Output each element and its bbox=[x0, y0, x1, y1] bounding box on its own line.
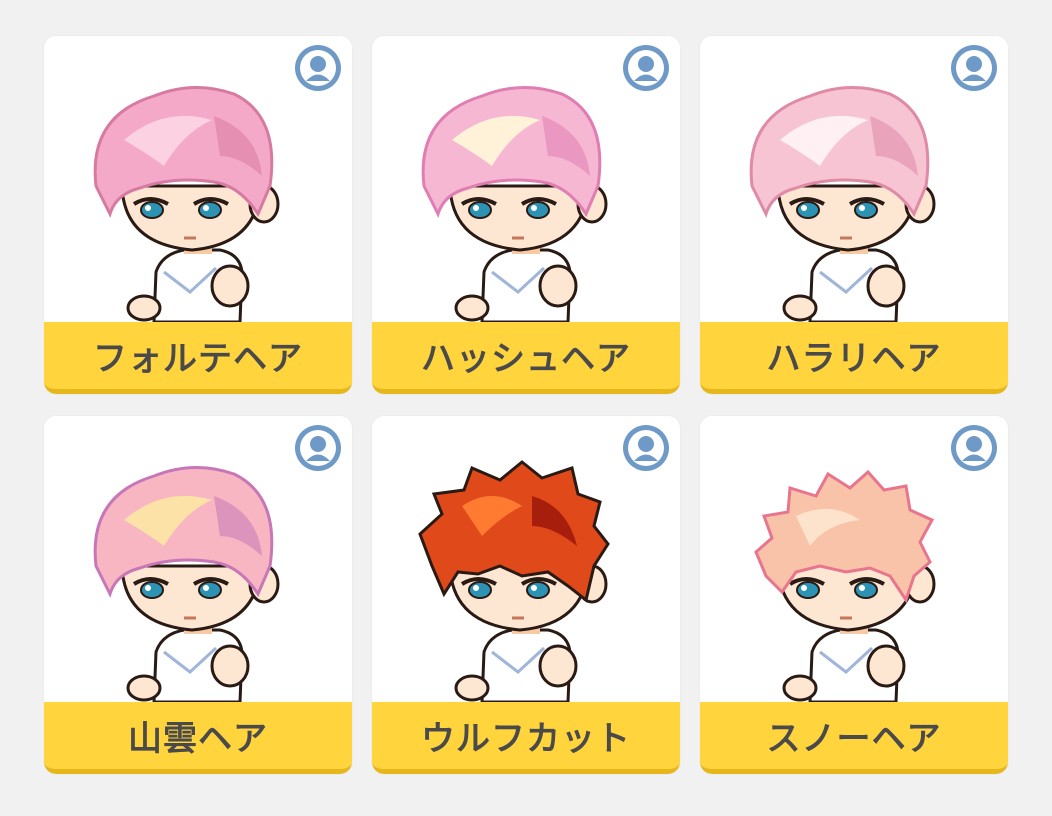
hair-name-label: スノーヘア bbox=[766, 719, 942, 759]
hair-name-bar[interactable]: ハラリヘア bbox=[700, 322, 1008, 394]
hair-card[interactable]: 山雲ヘア bbox=[44, 416, 352, 774]
hair-name-bar[interactable]: フォルテヘア bbox=[44, 322, 352, 394]
person-icon bbox=[623, 425, 669, 471]
person-icon bbox=[951, 425, 997, 471]
hair-name-bar[interactable]: 山雲ヘア bbox=[44, 702, 352, 774]
person-icon bbox=[623, 45, 669, 91]
hair-name-label: フォルテヘア bbox=[93, 339, 303, 379]
hair-name-label: ウルフカット bbox=[421, 719, 631, 759]
hair-name-bar[interactable]: スノーヘア bbox=[700, 702, 1008, 774]
hair-style-grid: フォルテヘア ハッシュヘア ハラリヘア 山雲ヘア ウルフカット スノーヘア bbox=[44, 36, 1008, 774]
hair-card[interactable]: スノーヘア bbox=[700, 416, 1008, 774]
hair-card[interactable]: ハラリヘア bbox=[700, 36, 1008, 394]
hair-name-bar[interactable]: ハッシュヘア bbox=[372, 322, 680, 394]
hair-name-label: ハラリヘア bbox=[766, 339, 942, 379]
hair-card[interactable]: ハッシュヘア bbox=[372, 36, 680, 394]
hair-card[interactable]: ウルフカット bbox=[372, 416, 680, 774]
hair-name-bar[interactable]: ウルフカット bbox=[372, 702, 680, 774]
hair-name-label: ハッシュヘア bbox=[421, 339, 631, 379]
hair-card[interactable]: フォルテヘア bbox=[44, 36, 352, 394]
person-icon bbox=[951, 45, 997, 91]
hair-name-label: 山雲ヘア bbox=[128, 719, 268, 759]
person-icon bbox=[295, 425, 341, 471]
person-icon bbox=[295, 45, 341, 91]
